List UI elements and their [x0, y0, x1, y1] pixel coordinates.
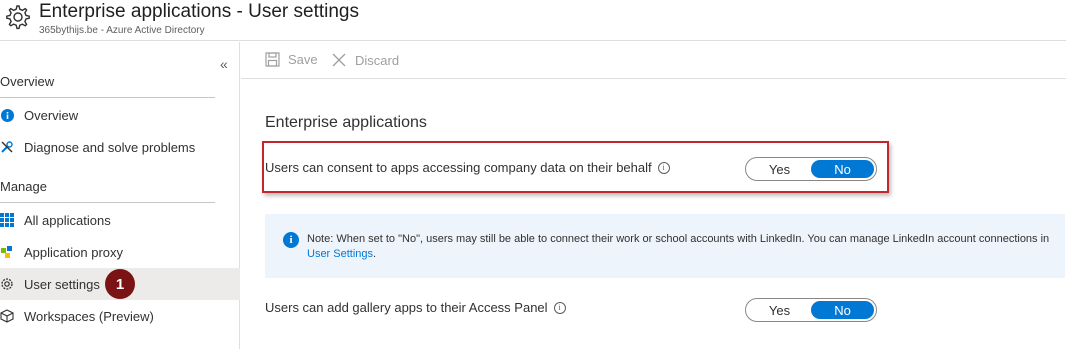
section-divider	[0, 202, 215, 203]
section-label-manage: Manage	[0, 179, 47, 194]
setting-gallery-apps: Users can add gallery apps to their Acce…	[265, 300, 566, 315]
step-badge: 1	[105, 269, 135, 299]
save-label: Save	[288, 52, 318, 67]
note-body: Note: When set to "No", users may still …	[307, 233, 1050, 245]
gear-icon	[6, 5, 30, 30]
wrench-icon	[0, 140, 14, 154]
sidebar-item-all-applications[interactable]: All applications	[0, 204, 240, 236]
sidebar-item-diagnose[interactable]: Diagnose and solve problems	[0, 131, 240, 163]
collapse-sidebar-button[interactable]: «	[220, 56, 228, 72]
save-button[interactable]: Save	[265, 52, 318, 67]
sidebar: « Overview Overview Diagnose and solve p…	[0, 42, 240, 349]
command-bar: Save Discard	[241, 42, 1066, 79]
toggle-no-option[interactable]: No	[811, 160, 874, 178]
setting-consent: Users can consent to apps accessing comp…	[265, 160, 670, 175]
setting-label: Users can consent to apps accessing comp…	[265, 160, 652, 175]
info-note: i Note: When set to "No", users may stil…	[265, 214, 1065, 278]
close-icon	[332, 53, 346, 67]
grid-icon	[0, 213, 14, 227]
toggle-yes-option[interactable]: Yes	[748, 160, 811, 178]
section-title: Enterprise applications	[265, 114, 427, 131]
user-settings-link[interactable]: User Settings	[307, 248, 373, 260]
note-suffix: .	[373, 248, 377, 260]
sidebar-item-label: Application proxy	[24, 244, 123, 260]
sidebar-item-label: User settings	[24, 276, 100, 292]
cube-icon	[0, 309, 14, 323]
sidebar-item-label: Workspaces (Preview)	[24, 308, 154, 324]
sidebar-item-label: All applications	[24, 212, 111, 228]
info-icon: i	[283, 232, 299, 248]
section-label-overview: Overview	[0, 74, 55, 89]
discard-label: Discard	[355, 52, 400, 68]
page-title: Enterprise applications - User settings	[39, 1, 359, 22]
gallery-apps-toggle[interactable]: Yes No	[745, 298, 877, 322]
page-subtitle: 365bythijs.be - Azure Active Directory	[39, 25, 205, 36]
note-text: Note: When set to "No", users may still …	[307, 232, 1052, 262]
toggle-yes-option[interactable]: Yes	[748, 301, 811, 319]
sidebar-item-application-proxy[interactable]: Application proxy	[0, 236, 240, 268]
info-tooltip-icon[interactable]: i	[553, 301, 566, 314]
info-icon	[0, 108, 14, 122]
gear-icon	[0, 277, 14, 291]
proxy-icon	[0, 245, 14, 259]
consent-toggle[interactable]: Yes No	[745, 157, 877, 181]
toggle-no-option[interactable]: No	[811, 301, 874, 319]
section-divider	[0, 97, 215, 98]
sidebar-item-overview[interactable]: Overview	[0, 99, 240, 131]
sidebar-item-label: Overview	[24, 107, 79, 123]
discard-button[interactable]: Discard	[331, 52, 399, 68]
sidebar-item-workspaces[interactable]: Workspaces (Preview)	[0, 300, 240, 332]
setting-label: Users can add gallery apps to their Acce…	[265, 300, 548, 315]
blade-header: Enterprise applications - User settings …	[0, 0, 1066, 41]
save-icon	[265, 52, 280, 67]
info-tooltip-icon[interactable]: i	[657, 161, 670, 174]
sidebar-item-label: Diagnose and solve problems	[24, 139, 196, 155]
